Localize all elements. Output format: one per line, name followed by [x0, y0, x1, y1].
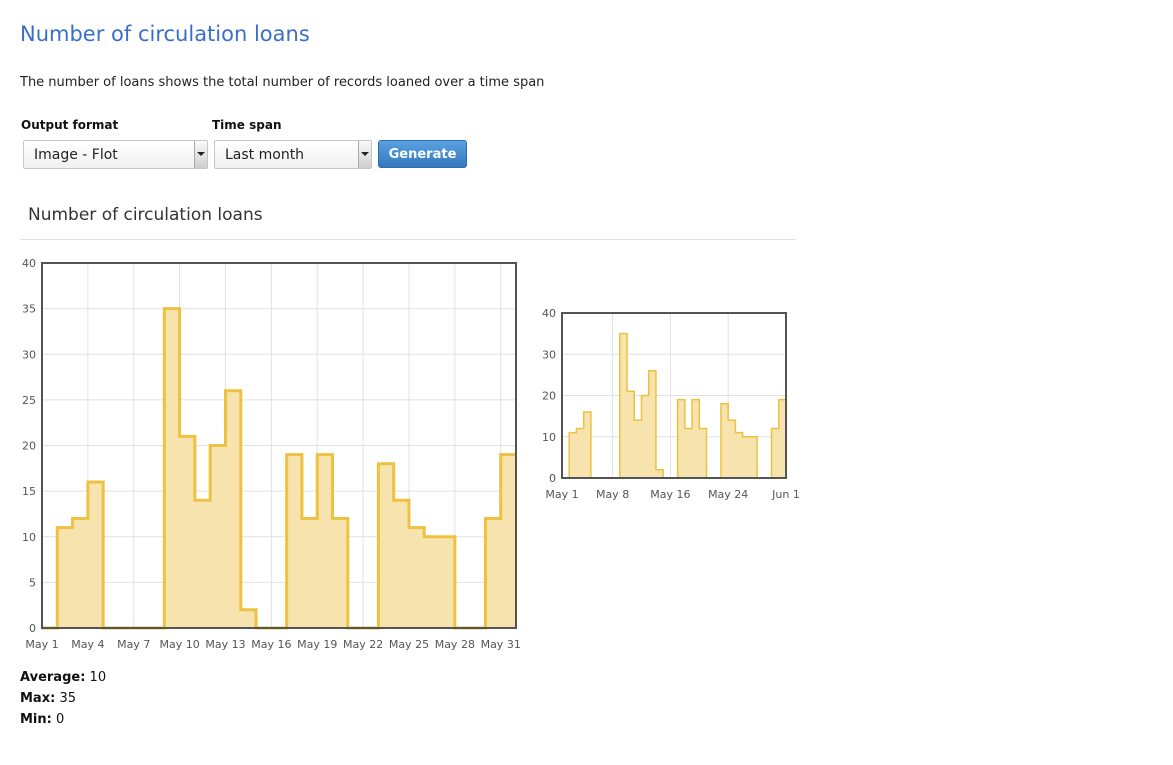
- y-tick-label: 10: [542, 431, 556, 444]
- output-format-value: Image - Flot: [34, 147, 118, 163]
- section-title: Number of circulation loans: [28, 205, 263, 225]
- stat-min: Min: 0: [20, 709, 106, 730]
- y-tick-label: 30: [22, 348, 36, 361]
- y-tick-label: 0: [549, 472, 556, 485]
- x-tick-label: May 10: [159, 638, 199, 651]
- time-span-select[interactable]: Last month: [214, 140, 372, 169]
- page-title: Number of circulation loans: [20, 22, 310, 46]
- x-tick-label: May 24: [708, 488, 748, 501]
- y-tick-label: 25: [22, 394, 36, 407]
- y-tick-label: 5: [29, 576, 36, 589]
- stat-min-label: Min:: [20, 712, 52, 727]
- series-area: [562, 333, 786, 478]
- main-chart: 0 5 10 15 20 25 30 35 40 May 1 May 4 May 7 May 10 May…: [22, 257, 521, 651]
- y-tick-label: 40: [22, 257, 36, 270]
- y-tick-label: 10: [22, 531, 36, 544]
- stat-average-value: 10: [89, 670, 107, 685]
- stat-max-label: Max:: [20, 691, 56, 706]
- time-span-label: Time span: [212, 118, 282, 132]
- x-tick-label: May 4: [71, 638, 104, 651]
- x-tick-label: May 7: [117, 638, 150, 651]
- y-tick-label: 15: [22, 485, 36, 498]
- y-tick-label: 40: [542, 307, 556, 320]
- overview-chart[interactable]: 0 10 20 30 40 May 1 May 8 May 16 May 24 Jun 1: [520, 300, 840, 510]
- x-tick-label: May 8: [596, 488, 629, 501]
- y-tick-label: 20: [542, 390, 556, 403]
- stat-max-value: 35: [59, 691, 76, 706]
- x-tick-label: May 28: [435, 638, 475, 651]
- y-tick-label: 35: [22, 303, 36, 316]
- page-description: The number of loans shows the total numb…: [20, 75, 545, 90]
- series-area: [42, 308, 516, 628]
- x-tick-label: Jun 1: [771, 488, 800, 501]
- stat-average-label: Average:: [20, 670, 86, 685]
- y-tick-label: 30: [542, 348, 556, 361]
- x-tick-label: May 1: [545, 488, 578, 501]
- x-tick-label: May 25: [389, 638, 429, 651]
- output-format-select[interactable]: Image - Flot: [23, 140, 208, 169]
- stat-average: Average: 10: [20, 667, 106, 688]
- time-span-value: Last month: [225, 147, 305, 163]
- chevron-down-icon[interactable]: [194, 141, 207, 168]
- x-tick-label: May 16: [251, 638, 291, 651]
- x-tick-label: May 16: [650, 488, 690, 501]
- x-tick-label: May 19: [297, 638, 337, 651]
- x-tick-label: May 31: [481, 638, 521, 651]
- section-divider: [20, 239, 796, 240]
- chevron-down-icon[interactable]: [358, 141, 371, 168]
- x-tick-label: May 13: [205, 638, 245, 651]
- x-tick-label: May 1: [25, 638, 58, 651]
- stat-min-value: 0: [56, 712, 65, 727]
- output-format-label: Output format: [21, 118, 119, 132]
- generate-button[interactable]: Generate: [378, 140, 467, 168]
- x-tick-label: May 22: [343, 638, 383, 651]
- stats-block: Average: 10 Max: 35 Min: 0: [20, 667, 106, 730]
- y-tick-label: 20: [22, 440, 36, 453]
- stat-max: Max: 35: [20, 688, 106, 709]
- y-tick-label: 0: [29, 622, 36, 635]
